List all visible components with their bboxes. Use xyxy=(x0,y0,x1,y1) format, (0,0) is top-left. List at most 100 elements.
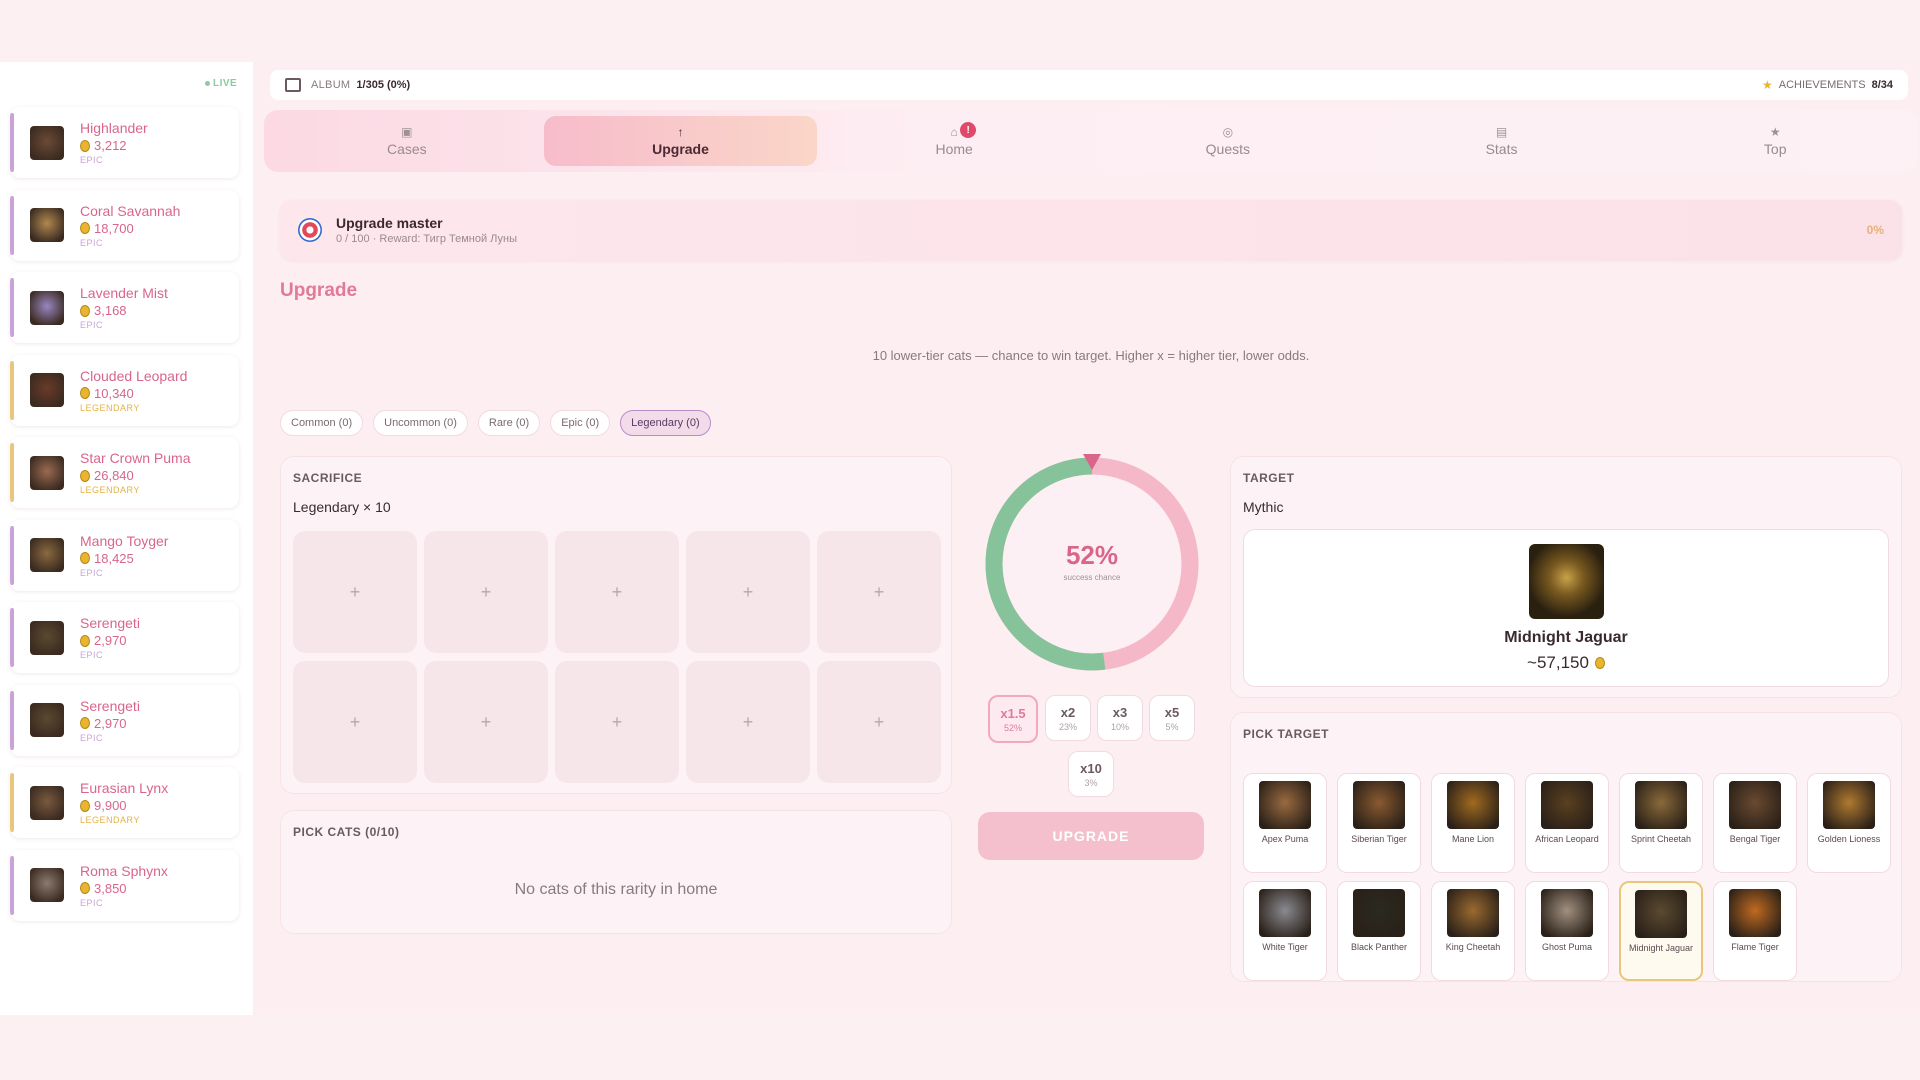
tab-quests[interactable]: ◎ Quests xyxy=(1091,116,1365,166)
cat-rarity: EPIC xyxy=(80,237,104,248)
success-percent: 52% xyxy=(1065,540,1119,570)
chip-common[interactable]: Common (0) xyxy=(280,410,364,436)
target-option[interactable]: Midnight Jaguar xyxy=(1619,881,1703,981)
album-label: ALBUM xyxy=(311,79,351,91)
sacrifice-slot[interactable]: + xyxy=(817,531,941,653)
quests-icon: ◎ xyxy=(1222,125,1234,139)
multiplier-x5[interactable]: x5 5% xyxy=(1149,695,1195,741)
cat-price: 3,212 xyxy=(80,138,148,153)
target-option[interactable]: Apex Puma xyxy=(1243,773,1327,873)
sacrifice-slot[interactable]: + xyxy=(424,531,548,653)
rarity-bar xyxy=(10,773,14,832)
multiplier-x1-5[interactable]: x1.5 52% xyxy=(988,695,1038,743)
cases-icon: ▣ xyxy=(401,125,413,139)
cat-price: 18,700 xyxy=(80,221,180,236)
tab-upgrade[interactable]: ↑ Upgrade xyxy=(543,116,818,166)
target-option[interactable]: African Leopard xyxy=(1525,773,1609,873)
upgrade-arrow-icon: ↑ xyxy=(677,125,684,139)
sacrifice-slot[interactable]: + xyxy=(555,661,679,783)
target-option[interactable]: Flame Tiger xyxy=(1713,881,1797,981)
rarity-bar xyxy=(10,443,14,502)
cat-option-name: Midnight Jaguar xyxy=(1628,943,1694,953)
sidebar-cat-card[interactable]: Roma Sphynx 3,850 EPIC xyxy=(10,849,239,921)
cat-name: Eurasian Lynx xyxy=(80,780,169,796)
multiplier-x10[interactable]: x10 3% xyxy=(1068,751,1114,797)
tab-cases[interactable]: ▣ Cases xyxy=(270,116,544,166)
top-star-icon: ★ xyxy=(1769,125,1781,139)
cat-option-name: White Tiger xyxy=(1262,942,1308,952)
cat-option-name: King Cheetah xyxy=(1445,942,1501,952)
rarity-bar xyxy=(10,278,14,337)
quest-banner[interactable]: Upgrade master 0 / 100 · Reward: Тигр Те… xyxy=(280,200,1902,260)
cat-thumbnail xyxy=(30,703,64,737)
cat-option-name: Apex Puma xyxy=(1261,834,1309,844)
cat-name: Highlander xyxy=(80,120,148,136)
cat-option-name: African Leopard xyxy=(1535,834,1599,844)
upgrade-button[interactable]: UPGRADE xyxy=(978,812,1204,860)
sacrifice-slot[interactable]: + xyxy=(817,661,941,783)
sidebar-cat-card[interactable]: Serengeti 2,970 EPIC xyxy=(10,602,239,673)
cat-price: 18,425 xyxy=(80,551,168,566)
target-label: TARGET xyxy=(1243,471,1295,485)
live-indicator: LIVE xyxy=(205,78,237,89)
rarity-bar xyxy=(10,113,14,172)
cat-name: Mango Toyger xyxy=(80,532,169,549)
target-option[interactable]: Bengal Tiger xyxy=(1713,773,1797,873)
upgrade-description: 10 lower-tier cats — chance to win targe… xyxy=(872,348,1310,363)
tab-top[interactable]: ★ Top xyxy=(1638,116,1912,166)
quest-title: Upgrade master xyxy=(336,215,443,231)
cat-thumbnail xyxy=(30,455,64,490)
cat-option-name: Ghost Puma xyxy=(1541,942,1593,952)
sidebar-cat-card[interactable]: Mango Toyger 18,425 EPIC xyxy=(10,519,239,591)
cat-price: 9,900 xyxy=(80,798,168,813)
target-option[interactable]: Golden Lioness xyxy=(1807,773,1891,873)
target-option[interactable]: Sprint Cheetah xyxy=(1619,773,1703,873)
sidebar-cat-card[interactable]: Clouded Leopard 10,340 LEGENDARY xyxy=(10,354,239,426)
cat-name: Star Crown Puma xyxy=(80,450,191,466)
cat-price: 3,850 xyxy=(80,881,168,896)
target-option[interactable]: White Tiger xyxy=(1243,881,1327,981)
sacrifice-slot[interactable]: + xyxy=(686,531,810,653)
target-option[interactable]: Siberian Tiger xyxy=(1337,773,1421,873)
sacrifice-slot[interactable]: + xyxy=(555,531,679,653)
coin-icon xyxy=(80,387,90,399)
chip-epic[interactable]: Epic (0) xyxy=(550,410,611,436)
cat-thumbnail xyxy=(30,373,64,407)
sidebar-cat-card[interactable]: Highlander 3,212 EPIC xyxy=(10,107,239,178)
cat-rarity: LEGENDARY xyxy=(80,485,140,495)
multiplier-x2[interactable]: x2 23% xyxy=(1045,695,1091,741)
cat-option-name: Bengal Tiger xyxy=(1729,834,1781,844)
sidebar-cat-card[interactable]: Eurasian Lynx 9,900 LEGENDARY xyxy=(10,767,239,838)
sidebar-cat-card[interactable]: Serengeti 2,970 EPIC xyxy=(10,684,239,756)
sacrifice-slot[interactable]: + xyxy=(293,531,417,653)
target-option[interactable]: King Cheetah xyxy=(1431,881,1515,981)
chip-rare[interactable]: Rare (0) xyxy=(477,410,541,436)
cat-price: 2,970 xyxy=(80,633,140,648)
sacrifice-slot[interactable]: + xyxy=(686,661,810,783)
cat-image xyxy=(1729,781,1781,829)
cat-image xyxy=(1823,781,1875,829)
cat-rarity: EPIC xyxy=(80,155,104,165)
tab-stats[interactable]: ▤ Stats xyxy=(1365,116,1639,166)
target-option[interactable]: Mane Lion xyxy=(1431,773,1515,873)
tab-home[interactable]: ! ⌂ Home xyxy=(817,116,1091,166)
coin-icon xyxy=(1594,656,1605,669)
cat-image xyxy=(1541,781,1593,829)
chip-legendary[interactable]: Legendary (0) xyxy=(620,410,711,436)
cat-thumbnail xyxy=(30,290,64,325)
sacrifice-slot[interactable]: + xyxy=(293,661,417,783)
target-option[interactable]: Black Panther xyxy=(1337,881,1421,981)
cat-name: Coral Savannah xyxy=(80,202,181,219)
sacrifice-slot[interactable]: + xyxy=(424,661,548,783)
target-option[interactable]: Ghost Puma xyxy=(1525,881,1609,981)
multiplier-x3[interactable]: x3 10% xyxy=(1097,695,1143,741)
sidebar-cat-card[interactable]: Coral Savannah 18,700 EPIC xyxy=(10,189,239,261)
pick-cats-panel: PICK CATS (0/10) No cats of this rarity … xyxy=(280,810,952,934)
rarity-bar xyxy=(10,855,14,915)
sacrifice-label: SACRIFICE xyxy=(293,471,363,485)
sidebar-cat-card[interactable]: Star Crown Puma 26,840 LEGENDARY xyxy=(10,437,239,508)
chip-uncommon[interactable]: Uncommon (0) xyxy=(373,410,468,436)
cat-price: 10,340 xyxy=(80,386,187,401)
sidebar-cat-card[interactable]: Lavender Mist 3,168 EPIC xyxy=(10,272,239,343)
achievements-label[interactable]: ACHIEVEMENTS xyxy=(1779,79,1866,91)
